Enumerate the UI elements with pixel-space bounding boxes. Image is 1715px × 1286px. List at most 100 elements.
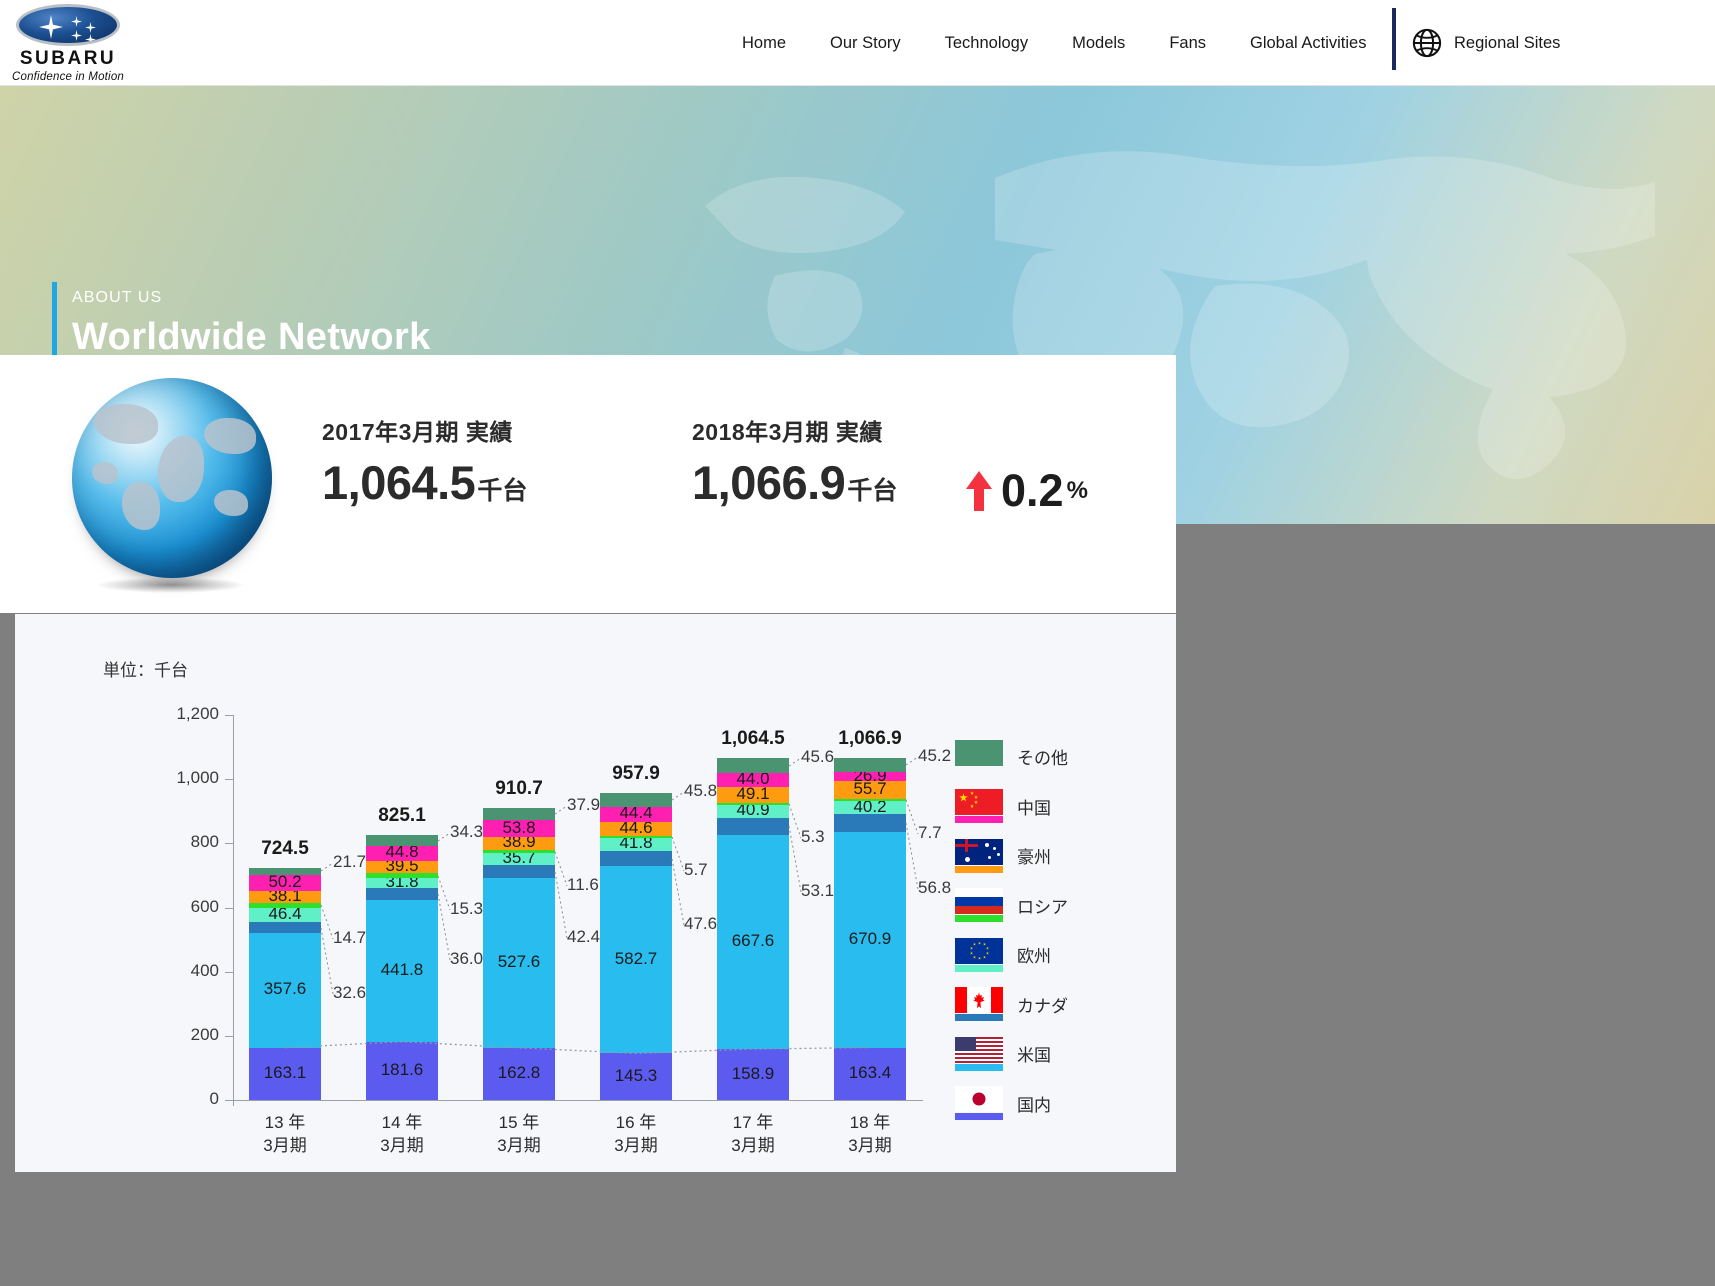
growth-indicator: 0.2 % (965, 465, 1088, 517)
legend-label-europe: 欧州 (1017, 947, 1051, 967)
bar-segment-label: 53.8 (502, 817, 536, 837)
jp-flag-icon (955, 1086, 1003, 1121)
bar-segment-label: 582.7 (614, 948, 658, 968)
bar-segment-outside-label: 42.4 (567, 926, 601, 946)
bar-segment-label: 667.6 (731, 930, 775, 950)
y-axis-tick (225, 715, 233, 716)
bar-segment-label: 162.8 (497, 1062, 541, 1082)
subaru-logo[interactable]: SUBARU Confidence in Motion (8, 4, 128, 83)
legend-label-canada: カナダ (1017, 996, 1068, 1016)
nav-item-models[interactable]: Models (1050, 34, 1147, 53)
legend-label-other: その他 (1017, 749, 1068, 769)
star-small-icon (85, 22, 96, 33)
x-axis-label-line1: 18 年 (849, 1113, 891, 1132)
y-axis-tick (225, 1035, 233, 1037)
sales-summary-card: 2017年3月期 実績 1,064.5千台 2018年3月期 実績 1,066.… (0, 355, 1176, 865)
bar-total-label: 1,066.9 (838, 727, 902, 749)
desktop-background-right (1176, 519, 1715, 1286)
bar-total-label: 957.9 (612, 762, 660, 784)
arrow-up-icon (966, 471, 992, 511)
bar-segment-outside-label: 53.1 (801, 881, 835, 901)
x-axis-label-line1: 14 年 (381, 1113, 423, 1132)
au-flag-icon (955, 838, 1003, 873)
growth-unit: % (1066, 477, 1088, 504)
bar-segment-outside-label: 32.6 (333, 982, 367, 1002)
legend-item-china[interactable]: 中国 (955, 782, 1170, 832)
legend-item-europe[interactable]: 欧州 (955, 930, 1170, 980)
y-axis-tick-label: 0 (209, 1089, 219, 1108)
y-axis-tick-label: 200 (190, 1024, 219, 1044)
bar-segment (249, 922, 321, 933)
bar-segment-label: 441.8 (380, 959, 424, 979)
regional-sites-label: Regional Sites (1454, 33, 1561, 52)
bar-segment-outside-label: 56.8 (918, 878, 952, 898)
ca-flag-icon (955, 987, 1003, 1022)
bar-segment (249, 867, 321, 875)
nav-item-technology[interactable]: Technology (923, 34, 1050, 53)
bar-segment-label: 158.9 (731, 1063, 775, 1083)
bar-total-label: 825.1 (378, 805, 426, 827)
x-axis-label-line2: 3月期 (263, 1135, 307, 1155)
bar-segment (834, 798, 906, 802)
star-small-icon (85, 34, 96, 43)
x-axis-label-line1: 15 年 (498, 1113, 540, 1132)
other-swatch-icon (955, 739, 1003, 774)
header-divider (1392, 8, 1396, 70)
x-axis-label: 16 年 3月期 (576, 1112, 696, 1158)
page-root: SUBARU Confidence in Motion Home Our Sto… (0, 0, 1715, 1286)
bar-segment-label: 163.1 (263, 1062, 307, 1082)
x-axis-label: 18 年 3月期 (810, 1112, 930, 1158)
legend-label-usa: 米国 (1017, 1046, 1051, 1066)
ru-flag-icon (955, 888, 1003, 923)
bar-segment-outside-label: 15.3 (450, 898, 484, 918)
regional-sites-button[interactable]: Regional Sites (1412, 0, 1560, 86)
logo-tagline: Confidence in Motion (11, 71, 125, 83)
legend-item-other[interactable]: その他 (955, 732, 1170, 782)
y-axis-tick-label: 600 (190, 896, 219, 916)
legend-item-domestic[interactable]: 国内 (955, 1079, 1170, 1129)
x-axis-label-line2: 3月期 (848, 1135, 892, 1155)
stat-fy2017-unit: 千台 (477, 477, 528, 505)
bar-segment (366, 835, 438, 847)
stat-fy2017: 2017年3月期 実績 1,064.5千台 (322, 413, 527, 510)
us-flag-icon (955, 1036, 1003, 1071)
y-axis-tick-label: 1,000 (176, 768, 219, 788)
main-navigation: Home Our Story Technology Models Fans Gl… (720, 0, 1388, 86)
y-axis-tick-label: 800 (190, 832, 219, 852)
star-small-icon (71, 16, 82, 27)
x-axis-label-line2: 3月期 (380, 1135, 424, 1155)
bar-segment-label: 181.6 (380, 1059, 424, 1079)
bar-segment (717, 817, 789, 835)
y-axis-tick (225, 1100, 233, 1101)
stat-fy2018-value: 1,066.9 (692, 456, 846, 509)
legend-item-usa[interactable]: 米国 (955, 1029, 1170, 1079)
legend-label-australia: 豪州 (1017, 848, 1051, 868)
subaru-pleiades-icon (16, 4, 120, 46)
legend-item-australia[interactable]: 豪州 (955, 831, 1170, 881)
desktop-background-bottom (0, 1172, 1176, 1286)
nav-item-global-activities[interactable]: Global Activities (1228, 34, 1388, 53)
bar-segment (834, 757, 906, 773)
x-axis-label: 13 年 3月期 (225, 1112, 345, 1158)
legend-label-russia: ロシア (1017, 897, 1068, 917)
nav-item-our-story[interactable]: Our Story (808, 34, 923, 53)
stat-fy2017-value: 1,064.5 (322, 456, 476, 509)
legend-item-canada[interactable]: カナダ (955, 980, 1170, 1030)
stat-fy2017-label: 2017年3月期 実績 (322, 419, 513, 445)
legend-item-russia[interactable]: ロシア (955, 881, 1170, 931)
bar-segment (600, 792, 672, 808)
nav-item-fans[interactable]: Fans (1147, 34, 1228, 53)
star-small-icon (71, 30, 82, 41)
x-axis-label-line1: 16 年 (615, 1113, 657, 1132)
bar-segment-label: 527.6 (497, 952, 541, 972)
bar-segment-outside-label: 11.6 (567, 874, 599, 894)
x-axis-label: 15 年 3月期 (459, 1112, 579, 1158)
x-axis-label-line2: 3月期 (614, 1135, 658, 1155)
globe-illustration (72, 378, 272, 578)
bar-segment-outside-label: 7.7 (918, 822, 942, 842)
nav-item-home[interactable]: Home (720, 34, 808, 53)
y-axis-tick (225, 971, 233, 973)
x-axis-label-line2: 3月期 (731, 1135, 775, 1155)
site-header: SUBARU Confidence in Motion Home Our Sto… (0, 0, 1715, 86)
bar-segment (834, 814, 906, 833)
